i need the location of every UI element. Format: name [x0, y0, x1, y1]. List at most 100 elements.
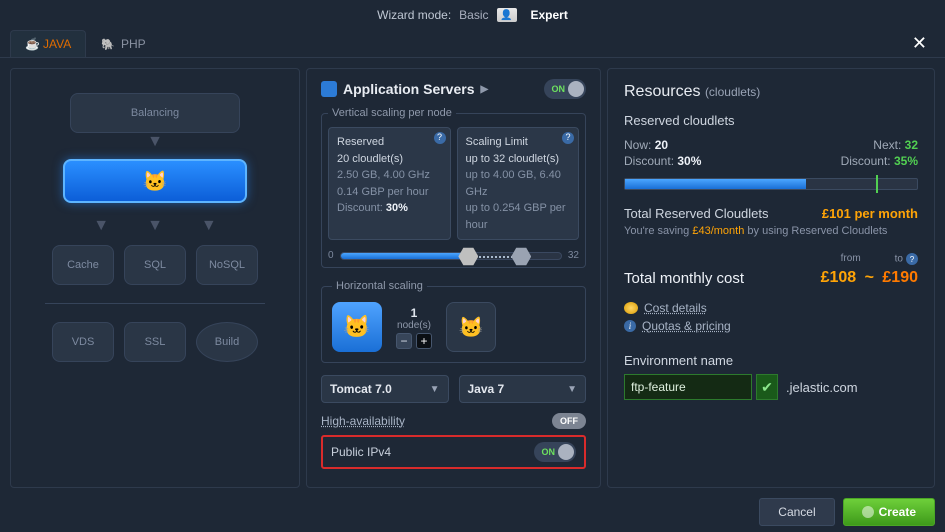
app-servers-icon: [321, 81, 337, 97]
close-icon[interactable]: ✕: [904, 31, 935, 56]
slider-fill: [341, 253, 469, 259]
slot-cache-label: Cache: [67, 259, 99, 271]
total-monthly-label: Total monthly cost: [624, 270, 744, 287]
wizard-mode-label: Wizard mode:: [377, 8, 451, 22]
mode-expert[interactable]: Expert: [531, 8, 568, 22]
now-label: Now:: [624, 138, 651, 152]
slot-build[interactable]: Build: [196, 322, 258, 362]
ha-toggle[interactable]: OFF: [552, 413, 586, 429]
scaling-limit-card: ? Scaling Limit up to 32 cloudlet(s) up …: [457, 127, 580, 240]
node-icon-active: 🐱: [332, 302, 382, 352]
public-ipv4-row: Public IPv4 ON: [321, 435, 586, 469]
vertical-scaling-legend: Vertical scaling per node: [328, 107, 456, 119]
slider-handle-reserved[interactable]: [458, 247, 478, 267]
app-servers-toggle[interactable]: ON: [544, 79, 586, 99]
reserved-discount-val: 30%: [386, 202, 408, 214]
limit-cost: up to 0.254 GBP per hour: [466, 200, 571, 233]
bar-mark-next: [876, 175, 878, 193]
cloudlet-slider[interactable]: [340, 252, 562, 260]
cancel-button[interactable]: Cancel: [759, 498, 834, 526]
reserved-card: ? Reserved 20 cloudlet(s) 2.50 GB, 4.00 …: [328, 127, 451, 240]
slider-handle-limit[interactable]: [511, 247, 531, 267]
total-reserved-label: Total Reserved Cloudlets: [624, 206, 769, 221]
slot-build-label: Build: [215, 336, 239, 348]
java-dropdown[interactable]: Java 7 ▼: [459, 375, 587, 403]
create-button[interactable]: Create: [843, 498, 935, 526]
toggle-on-label: ON: [552, 84, 566, 94]
resources-subtitle: (cloudlets): [705, 85, 760, 99]
range-tilde: ~: [865, 269, 874, 286]
tab-php[interactable]: PHP: [86, 30, 160, 57]
toggle-knob: [568, 81, 584, 97]
info-icon: i: [624, 320, 636, 332]
divider: [45, 303, 265, 304]
discount-next-label: Discount:: [841, 154, 891, 168]
discount-now-label: Discount:: [624, 154, 674, 168]
public-ipv4-toggle[interactable]: ON: [534, 442, 576, 462]
mode-basic[interactable]: Basic: [459, 8, 488, 22]
reserved-cloudlets-heading: Reserved cloudlets: [624, 113, 918, 128]
reserved-title: Reserved: [337, 134, 442, 151]
tab-php-label: PHP: [121, 37, 146, 51]
arrow-down-icon: ▼: [201, 217, 217, 235]
env-name-valid-icon: ✔: [756, 374, 778, 400]
quotas-pricing-link[interactable]: Quotas & pricing: [642, 319, 731, 333]
reserved-spec: 2.50 GB, 4.00 GHz: [337, 167, 442, 184]
resources-title: Resources: [624, 83, 700, 100]
arrow-down-icon: ▼: [147, 217, 163, 235]
node-increment-button[interactable]: +: [416, 333, 432, 349]
from-label: from: [841, 253, 861, 265]
slot-vds-label: VDS: [72, 336, 95, 348]
saving-note: You're saving £43/month by using Reserve…: [624, 225, 918, 237]
server-dropdown[interactable]: Tomcat 7.0 ▼: [321, 375, 449, 403]
node-count-label: node(s): [396, 320, 432, 331]
help-icon[interactable]: ?: [562, 132, 574, 144]
chevron-right-icon: ▶: [481, 84, 489, 95]
slot-cache[interactable]: Cache: [52, 245, 114, 285]
reserved-discount-label: Discount:: [337, 202, 383, 214]
add-node-button[interactable]: 🐱: [446, 302, 496, 352]
help-icon[interactable]: ?: [906, 253, 918, 265]
server-dropdown-value: Tomcat 7.0: [330, 382, 392, 396]
limit-title: Scaling Limit: [466, 134, 571, 151]
tab-java-label: JAVA: [43, 37, 71, 51]
slot-app-server[interactable]: 🐱: [63, 159, 247, 203]
java-icon: [25, 37, 37, 51]
environment-name-label: Environment name: [624, 353, 918, 368]
reserved-cost: 0.14 GBP per hour: [337, 184, 442, 201]
saving-amount: £43/month: [692, 225, 744, 237]
bar-fill-now: [625, 179, 806, 189]
node-count-value: 1: [396, 306, 432, 320]
slot-ssl-label: SSL: [145, 336, 166, 348]
slider-min: 0: [328, 250, 334, 261]
environment-name-input[interactable]: [624, 374, 752, 400]
discount-now-value: 30%: [677, 154, 701, 168]
slot-ssl[interactable]: SSL: [124, 322, 186, 362]
arrow-down-icon: ▼: [93, 217, 109, 235]
public-ipv4-label: Public IPv4: [331, 445, 391, 459]
horizontal-scaling-legend: Horizontal scaling: [332, 280, 427, 292]
tab-java[interactable]: JAVA: [10, 30, 86, 57]
app-servers-title: Application Servers: [343, 81, 475, 97]
slot-sql-label: SQL: [144, 259, 166, 271]
help-icon[interactable]: ?: [434, 132, 446, 144]
node-decrement-button[interactable]: −: [396, 333, 412, 349]
slot-balancing-label: Balancing: [131, 107, 179, 119]
now-value: 20: [655, 138, 668, 152]
high-availability-link[interactable]: High-availability: [321, 414, 405, 428]
total-from-value: £108: [821, 269, 857, 286]
slot-vds[interactable]: VDS: [52, 322, 114, 362]
limit-spec: up to 4.00 GB, 6.40 GHz: [466, 167, 571, 200]
slot-sql[interactable]: SQL: [124, 245, 186, 285]
to-label: to: [895, 254, 903, 265]
expert-icon: 👤: [497, 8, 517, 22]
toggle-knob: [558, 444, 574, 460]
slot-nosql[interactable]: NoSQL: [196, 245, 258, 285]
limit-subtitle: up to 32 cloudlet(s): [466, 151, 571, 168]
chevron-down-icon: ▼: [567, 384, 577, 395]
next-value: 32: [905, 138, 918, 152]
cost-details-link[interactable]: Cost details: [644, 301, 707, 315]
coins-icon: [624, 302, 638, 314]
slot-balancing[interactable]: Balancing: [70, 93, 240, 133]
chevron-down-icon: ▼: [430, 384, 440, 395]
